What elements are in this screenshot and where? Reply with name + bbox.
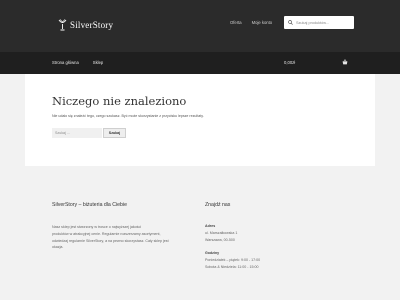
product-search-input[interactable] — [296, 20, 354, 25]
footer-about-line: Nasz sklep jest stworzony w trosce o naj… — [52, 225, 142, 229]
not-found-message: Nie udało się znaleźć tego, czego szukas… — [52, 114, 204, 118]
footer-about-title: SilverStory – biżuteria dla Ciebie — [52, 202, 127, 208]
goblet-logo-icon — [58, 19, 67, 31]
top-link-offer[interactable]: Oferta — [230, 20, 242, 25]
main-content: Niczego nie znaleziono Nie udało się zna… — [25, 74, 375, 166]
hours-label: Godziny — [205, 251, 220, 255]
site-logo[interactable]: SilverStory — [58, 19, 113, 31]
nav-item-shop[interactable]: Sklep — [93, 60, 103, 65]
footer: SilverStory – biżuteria dla Ciebie Nasz … — [0, 176, 400, 300]
product-search[interactable] — [284, 16, 354, 29]
hours-line: Sobota & Niedziela: 11:00 - 15:00 — [205, 264, 259, 269]
cart-total[interactable]: 0,00zł — [284, 60, 295, 65]
top-links: Oferta Moje konto — [230, 20, 272, 25]
footer-about-line: okazja. — [52, 245, 64, 250]
footer-about-line: produktów w atrakcyjnej cenie. Regularni… — [52, 231, 161, 236]
footer-find-title: Znajdź nas — [205, 202, 231, 208]
hours-text: Poniedziałek – piątek: 9:00 - 17:00 Sobo… — [205, 257, 260, 271]
nav-menu: Strona główna Sklep — [52, 60, 103, 65]
page-title: Niczego nie znaleziono — [52, 94, 187, 108]
address-line: Warszawa, 00-500 — [205, 237, 235, 242]
search-form: Szukaj — [52, 128, 126, 138]
nav-item-home[interactable]: Strona główna — [52, 60, 79, 65]
shopping-basket-icon[interactable] — [342, 59, 348, 65]
address-label: Adres — [205, 224, 216, 228]
search-input[interactable] — [52, 128, 102, 138]
address-text: ul. Marszałkowska 1 Warszawa, 00-500 — [205, 230, 237, 244]
top-header: SilverStory Oferta Moje konto — [0, 0, 400, 52]
search-button[interactable]: Szukaj — [103, 128, 126, 138]
hours-line: Poniedziałek – piątek: 9:00 - 17:00 — [205, 258, 261, 262]
top-link-account[interactable]: Moje konto — [252, 20, 272, 25]
main-nav: Strona główna Sklep 0,00zł — [0, 52, 400, 74]
search-icon — [288, 20, 293, 25]
footer-about-text: Nasz sklep jest stworzony w trosce o naj… — [52, 224, 169, 251]
logo-text: SilverStory — [70, 20, 114, 30]
address-line: ul. Marszałkowska 1 — [205, 231, 238, 235]
footer-about-line: odwiedzaj regularnie SilverStory, a na p… — [52, 238, 169, 243]
